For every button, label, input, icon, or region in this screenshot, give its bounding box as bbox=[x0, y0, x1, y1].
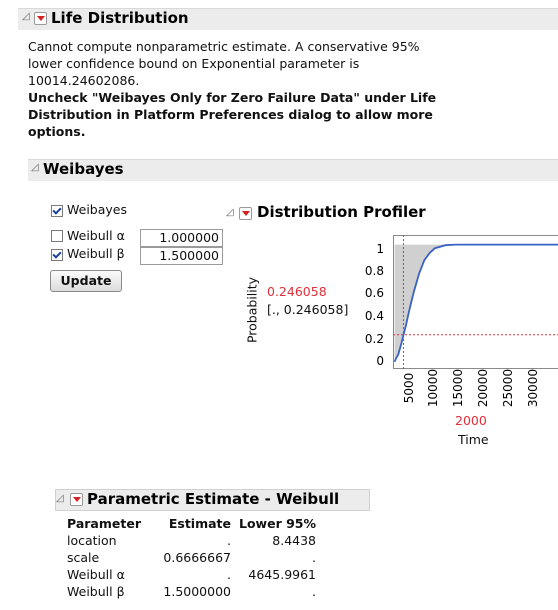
table-cell: 8.4438 bbox=[272, 533, 317, 548]
parametric-menu-button[interactable] bbox=[70, 493, 83, 506]
table-cell: Weibull α bbox=[67, 567, 125, 582]
message-line: 10014.24602086. bbox=[28, 73, 140, 88]
weibull-beta-input[interactable]: 1.500000 bbox=[140, 247, 223, 265]
x-tick-label: 30000 bbox=[526, 368, 540, 408]
profiler-disclosure-icon[interactable]: ◿ bbox=[226, 207, 234, 218]
table-cell: location bbox=[67, 533, 117, 548]
weibayes-title: Weibayes bbox=[43, 160, 124, 178]
jmp-report-window: { "life_distribution": { "title": "Life … bbox=[0, 0, 558, 610]
x-tick-label: 15000 bbox=[451, 368, 465, 408]
update-button[interactable]: Update bbox=[50, 270, 122, 292]
x-tick-label: 10000 bbox=[426, 368, 440, 408]
weibull-alpha-input[interactable]: 1.000000 bbox=[140, 229, 223, 247]
table-row: Weibull α . 4645.9961 bbox=[67, 566, 316, 583]
life-distribution-title: Life Distribution bbox=[51, 9, 189, 27]
message-line-bold: Uncheck "Weibayes Only for Zero Failure … bbox=[28, 90, 437, 105]
life-distribution-message: Cannot compute nonparametric estimate. A… bbox=[28, 38, 436, 140]
weibayes-checkbox[interactable] bbox=[51, 204, 63, 217]
table-row: location . 8.4438 bbox=[67, 532, 316, 549]
y-tick-label: 0.2 bbox=[364, 332, 384, 346]
weibull-beta-label: Weibull β bbox=[67, 246, 125, 261]
x-tick-label: 20000 bbox=[476, 368, 490, 408]
red-triangle-icon bbox=[36, 16, 45, 21]
y-tick-label: 0.6 bbox=[364, 286, 384, 300]
message-line: Cannot compute nonparametric estimate. A… bbox=[28, 39, 420, 54]
table-cell: 4645.9961 bbox=[248, 567, 317, 582]
column-header: Parameter bbox=[67, 516, 141, 531]
y-tick-label: 0.4 bbox=[364, 309, 384, 323]
red-triangle-icon bbox=[241, 211, 250, 216]
y-tick-label: 0.8 bbox=[364, 264, 384, 278]
red-triangle-icon bbox=[72, 497, 81, 502]
y-tick-label: 1 bbox=[376, 242, 384, 256]
x-tick-label: 25000 bbox=[501, 368, 515, 408]
message-line-bold: Distribution in Platform Preferences dia… bbox=[28, 107, 433, 122]
profiler-y-value: 0.246058 bbox=[267, 284, 327, 299]
table-cell: . bbox=[312, 550, 317, 565]
profiler-x-axis-label: Time bbox=[458, 432, 489, 447]
table-cell: Weibull β bbox=[67, 584, 125, 599]
table-cell: . bbox=[227, 533, 231, 548]
profiler-menu-button[interactable] bbox=[239, 207, 252, 220]
message-line-bold: options. bbox=[28, 124, 86, 139]
table-row: Weibull β 1.5000000 . bbox=[67, 583, 316, 600]
y-tick-label: 0 bbox=[376, 354, 384, 368]
parametric-disclosure-icon[interactable]: ◿ bbox=[56, 493, 64, 504]
weibull-alpha-checkbox[interactable] bbox=[51, 230, 63, 242]
profiler-title: Distribution Profiler bbox=[257, 203, 426, 221]
column-header: Estimate bbox=[168, 516, 231, 531]
table-row: scale 0.6666667 . bbox=[67, 549, 316, 566]
weibull-beta-checkbox[interactable] bbox=[51, 248, 63, 261]
parametric-title: Parametric Estimate - Weibull bbox=[87, 490, 340, 508]
message-line: lower confidence bound on Exponential pa… bbox=[28, 56, 360, 71]
table-cell: scale bbox=[67, 550, 100, 565]
check-icon bbox=[52, 248, 62, 259]
column-header: Lower 95% bbox=[239, 516, 317, 531]
profiler-y-axis-label: Probability bbox=[244, 276, 260, 344]
profiler-y-interval: [., 0.246058] bbox=[267, 302, 349, 317]
parametric-table: Parameter Estimate Lower 95% location . … bbox=[67, 515, 316, 600]
life-distribution-menu-button[interactable] bbox=[34, 12, 47, 25]
table-cell: . bbox=[227, 567, 231, 582]
table-cell: . bbox=[312, 584, 317, 599]
weibayes-disclosure-icon[interactable]: ◿ bbox=[31, 162, 39, 173]
table-cell: 0.6666667 bbox=[163, 550, 231, 565]
weibull-alpha-label: Weibull α bbox=[67, 228, 125, 243]
profiler-plot[interactable] bbox=[393, 235, 558, 369]
table-header-row: Parameter Estimate Lower 95% bbox=[67, 515, 316, 532]
weibayes-checkbox-label: Weibayes bbox=[67, 202, 127, 217]
profiler-x-value[interactable]: 2000 bbox=[455, 413, 487, 428]
table-cell: 1.5000000 bbox=[163, 584, 231, 599]
x-tick-label: 5000 bbox=[402, 372, 416, 404]
life-distribution-disclosure-icon[interactable]: ◿ bbox=[22, 11, 30, 22]
check-icon bbox=[52, 204, 62, 215]
